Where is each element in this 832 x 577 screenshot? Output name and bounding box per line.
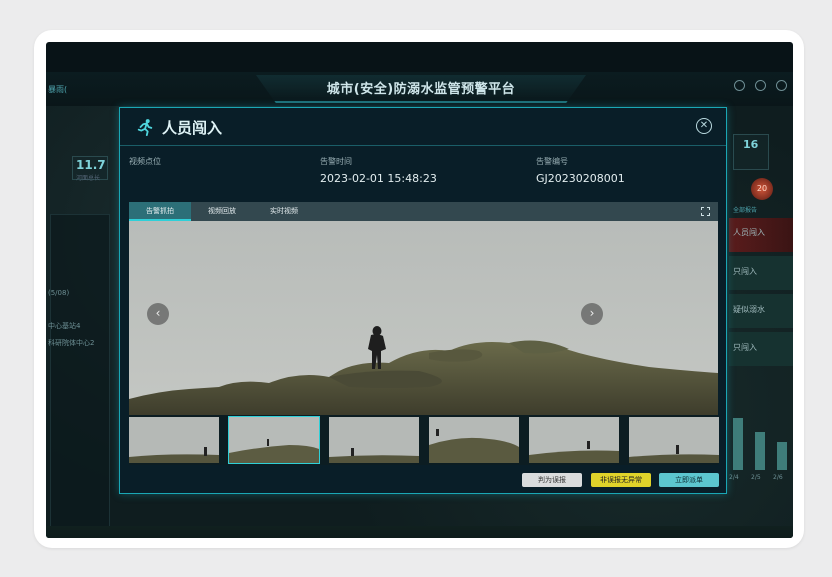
chart-bar xyxy=(777,442,787,470)
clock-icon[interactable] xyxy=(755,80,766,91)
video-point-label: 视频点位 xyxy=(129,157,161,166)
header-icon-group xyxy=(734,80,787,91)
right-panel: 16 20 全部报告 人员闯入 只闯入 疑似溺水 只闯入 2/4 2/5 2/6 xyxy=(723,106,793,538)
thumbnail[interactable] xyxy=(329,417,419,463)
dashboard-title: 城市(安全)防溺水监管预警平台 xyxy=(326,82,516,97)
left-stat-value: 11.7 xyxy=(76,158,106,172)
tab-video-playback[interactable]: 视频回放 xyxy=(191,202,253,221)
thumbnail-strip xyxy=(129,415,719,465)
alarm-time-value: 2023-02-01 15:48:23 xyxy=(320,172,437,185)
left-panel: 11.7 河面总长 (5/08) 中心基站4 科研院体中心2 xyxy=(46,106,118,538)
chevron-left-icon[interactable]: ‹ xyxy=(147,303,169,325)
right-alert-item[interactable]: 人员闯入 xyxy=(733,227,765,238)
chart-bar xyxy=(755,432,765,470)
media-tabs: 告警抓拍 视频回放 实时视频 xyxy=(129,202,718,221)
left-stat-label: 河面总长 xyxy=(76,175,101,182)
chart-tick-label: 2/4 xyxy=(729,474,739,481)
right-alert-item[interactable]: 只闯入 xyxy=(733,342,757,353)
alarm-count-badge: 20 xyxy=(751,178,773,200)
right-link[interactable]: 全部报告 xyxy=(733,205,757,214)
fullscreen-icon[interactable] xyxy=(701,207,710,216)
left-list-box xyxy=(50,214,110,534)
running-person-icon xyxy=(137,119,153,136)
user-icon[interactable] xyxy=(776,80,787,91)
no-anomaly-button[interactable]: 非误报无异常 xyxy=(591,473,651,487)
thumbnail-selected[interactable] xyxy=(228,416,320,464)
snapshot-photo: ‹ › xyxy=(129,221,718,415)
snapshot-image xyxy=(129,221,718,415)
right-alert-item[interactable]: 只闯入 xyxy=(733,266,757,277)
left-list-item[interactable]: 科研院体中心2 xyxy=(48,338,94,348)
alarm-number-value: GJ20230208001 xyxy=(536,172,625,185)
alarm-time-label: 告警时间 xyxy=(320,157,352,166)
thumbnail[interactable] xyxy=(429,417,519,463)
dashboard-bottom-strip xyxy=(46,526,793,538)
close-icon[interactable]: ✕ xyxy=(696,118,712,134)
thumbnail[interactable] xyxy=(529,417,619,463)
right-alert-item[interactable]: 疑似溺水 xyxy=(733,304,765,315)
modal-title-bar: 人员闯入 ✕ xyxy=(120,108,726,146)
alarm-number-label: 告警编号 xyxy=(536,157,568,166)
media-viewer: 告警抓拍 视频回放 实时视频 ‹ › xyxy=(129,202,719,465)
modal-title: 人员闯入 xyxy=(162,119,223,137)
chart-bar xyxy=(733,418,743,470)
header-left-text: 暴雨( xyxy=(48,85,68,94)
right-stat-value: 16 xyxy=(743,138,759,151)
settings-icon[interactable] xyxy=(734,80,745,91)
thumbnail[interactable] xyxy=(129,417,219,463)
chart-tick-label: 2/5 xyxy=(751,474,761,481)
tab-alarm-snapshot[interactable]: 告警抓拍 xyxy=(129,202,191,221)
left-list-item[interactable]: (5/08) xyxy=(48,289,69,297)
tab-live-video[interactable]: 实时视频 xyxy=(253,202,315,221)
chart-tick-label: 2/6 xyxy=(773,474,783,481)
alarm-detail-modal: 人员闯入 ✕ 视频点位 告警时间 2023-02-01 15:48:23 告警编… xyxy=(119,107,727,494)
chevron-right-icon[interactable]: › xyxy=(581,303,603,325)
app-screen: 城市(安全)防溺水监管预警平台 暴雨( 11.7 河面总长 (5/08) 中心基… xyxy=(46,42,793,538)
thumbnail[interactable] xyxy=(629,417,719,463)
mark-false-alarm-button[interactable]: 判为误报 xyxy=(522,473,582,487)
dispatch-order-button[interactable]: 立即派单 xyxy=(659,473,719,487)
left-list-item[interactable]: 中心基站4 xyxy=(48,321,80,331)
